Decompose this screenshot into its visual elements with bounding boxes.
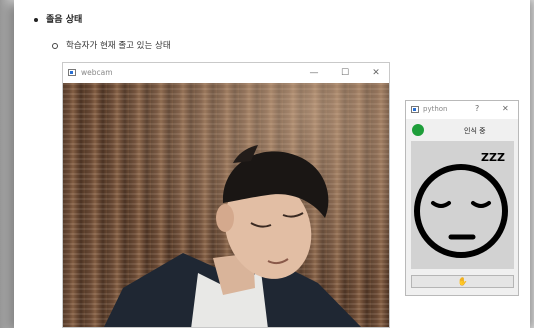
webcam-titlebar[interactable]: webcam — ☐ ✕ xyxy=(63,63,389,83)
minimize-button[interactable]: — xyxy=(307,67,321,79)
hand-button[interactable]: ✋ xyxy=(411,275,514,288)
python-window[interactable]: python ? ✕ 인식 중 ZZZ ✋ xyxy=(405,100,519,296)
python-title: python xyxy=(423,105,448,113)
section-heading: 졸음 상태 xyxy=(34,12,82,25)
python-titlebar[interactable]: python ? ✕ xyxy=(406,101,518,119)
webcam-window[interactable]: webcam — ☐ ✕ xyxy=(62,62,390,328)
hand-icon: ✋ xyxy=(457,277,468,286)
background-frame xyxy=(0,0,14,328)
close-button[interactable]: ✕ xyxy=(369,67,383,79)
maximize-button[interactable]: ☐ xyxy=(338,67,352,79)
webcam-title: webcam xyxy=(81,68,113,77)
status-indicator-icon xyxy=(412,124,424,136)
sleepy-face-icon: ZZZ xyxy=(414,151,508,258)
window-app-icon xyxy=(411,106,419,113)
sleepy-face-panel: ZZZ xyxy=(411,141,514,269)
sub-item-text: 학습자가 현재 졸고 있는 상태 xyxy=(66,41,171,51)
status-row: 인식 중 xyxy=(406,123,518,139)
help-button[interactable]: ? xyxy=(475,104,479,113)
bullet-icon xyxy=(34,17,38,22)
sub-list-item: 학습자가 현재 졸고 있는 상태 xyxy=(52,39,171,51)
status-text: 인식 중 xyxy=(464,127,486,135)
hollow-bullet-icon xyxy=(52,42,58,49)
sleep-text: ZZZ xyxy=(481,151,505,164)
window-app-icon xyxy=(68,69,76,76)
close-button[interactable]: ✕ xyxy=(502,104,509,113)
webcam-video-feed xyxy=(63,83,389,327)
sleeping-person-image xyxy=(103,145,362,327)
heading-text: 졸음 상태 xyxy=(46,15,83,25)
